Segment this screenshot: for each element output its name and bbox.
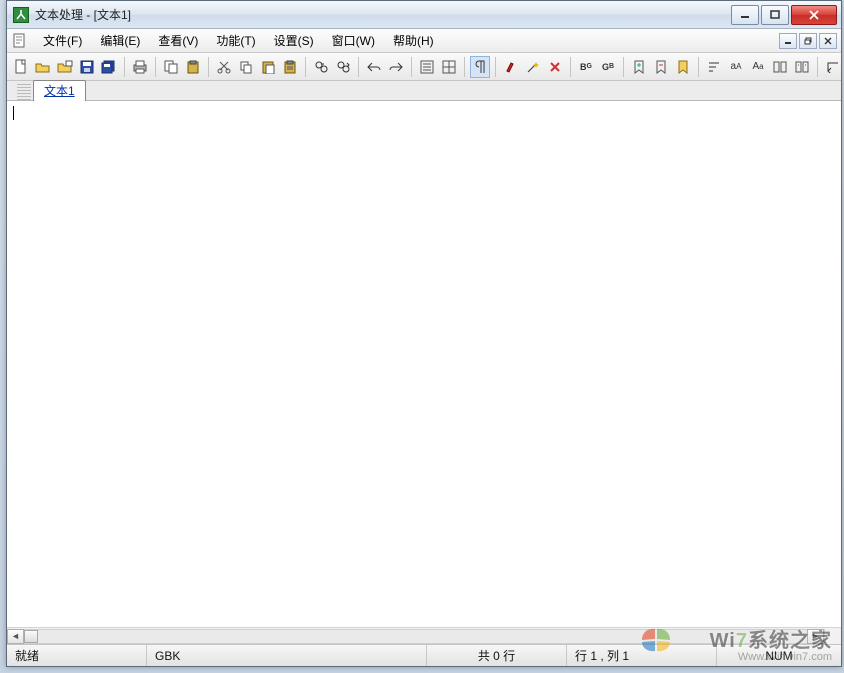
document-icon — [11, 32, 27, 50]
toolbar-separator — [208, 57, 209, 77]
brush-icon[interactable] — [501, 56, 521, 78]
minimize-button[interactable] — [731, 5, 759, 25]
paste-icon[interactable] — [258, 56, 278, 78]
undo-icon[interactable] — [364, 56, 384, 78]
menu-window[interactable]: 窗口(W) — [324, 29, 383, 52]
status-numlock: NUM — [717, 645, 841, 666]
statusbar: 就绪 GBK 共 0 行 行 1 , 列 1 NUM — [7, 644, 841, 666]
open-recent-icon[interactable] — [55, 56, 75, 78]
find-icon[interactable] — [311, 56, 331, 78]
grid-view-icon[interactable] — [439, 56, 459, 78]
toolbar-separator — [411, 57, 412, 77]
find-next-icon[interactable] — [333, 56, 353, 78]
window-controls — [731, 5, 837, 25]
toolbar-separator — [464, 57, 465, 77]
toolbar-separator — [124, 57, 125, 77]
open-file-icon[interactable] — [33, 56, 53, 78]
menu-help[interactable]: 帮助(H) — [385, 29, 442, 52]
menu-view[interactable]: 查看(V) — [150, 29, 206, 52]
document-tab[interactable]: 文本1 — [33, 80, 86, 101]
mdi-controls — [779, 33, 837, 49]
toolbar-separator — [305, 57, 306, 77]
columns-a-icon[interactable] — [770, 56, 790, 78]
cut-icon[interactable] — [214, 56, 234, 78]
toolbar-separator — [495, 57, 496, 77]
maximize-button[interactable] — [761, 5, 789, 25]
wrap-left-icon[interactable] — [823, 56, 841, 78]
app-icon — [13, 7, 29, 23]
horizontal-scrollbar: ◄ ► — [7, 627, 841, 644]
watermark-logo-icon — [638, 625, 674, 655]
scroll-left-button[interactable]: ◄ — [7, 629, 24, 644]
case-upper-icon[interactable]: Aa — [748, 56, 768, 78]
menu-settings[interactable]: 设置(S) — [266, 29, 322, 52]
mdi-restore-button[interactable] — [799, 33, 817, 49]
titlebar: 文本处理 - [文本1] — [7, 1, 841, 29]
mdi-close-button[interactable] — [819, 33, 837, 49]
columns-b-icon[interactable] — [792, 56, 812, 78]
big5-to-gbk-icon[interactable]: BG — [576, 56, 596, 78]
text-editor[interactable] — [7, 101, 841, 627]
toolbar-separator — [570, 57, 571, 77]
close-button[interactable] — [791, 5, 837, 25]
scroll-corner — [824, 629, 841, 644]
status-encoding: GBK — [147, 645, 427, 666]
clipboard-paste-icon[interactable] — [183, 56, 203, 78]
toolbar-grip[interactable] — [17, 84, 31, 100]
toolbar-separator — [155, 57, 156, 77]
toolbar-separator — [623, 57, 624, 77]
app-window: 文本处理 - [文本1] 文件(F) 编辑(E) 查看(V) 功能(T) 设置(… — [6, 0, 842, 667]
wand-icon[interactable] — [523, 56, 543, 78]
new-file-icon[interactable] — [11, 56, 31, 78]
mdi-minimize-button[interactable] — [779, 33, 797, 49]
scroll-thumb[interactable] — [24, 630, 38, 643]
gbk-to-big5-icon[interactable]: GB — [598, 56, 618, 78]
copy-icon[interactable] — [236, 56, 256, 78]
scroll-track[interactable] — [24, 629, 807, 644]
bookmark-add-icon[interactable] — [629, 56, 649, 78]
toolbar-separator — [817, 57, 818, 77]
document-tabbar: 文本1 — [7, 81, 841, 101]
menu-file[interactable]: 文件(F) — [35, 29, 90, 52]
toolbar-separator — [358, 57, 359, 77]
list-view-icon[interactable] — [417, 56, 437, 78]
paste-special-icon[interactable] — [280, 56, 300, 78]
menu-function[interactable]: 功能(T) — [208, 29, 263, 52]
case-toggle-icon[interactable]: aA — [726, 56, 746, 78]
bookmark-remove-icon[interactable] — [651, 56, 671, 78]
text-caret — [13, 106, 14, 120]
bookmark-icon[interactable] — [673, 56, 693, 78]
sort-icon[interactable] — [704, 56, 724, 78]
save-icon[interactable] — [77, 56, 97, 78]
status-lines: 共 0 行 — [427, 645, 567, 666]
scroll-right-button[interactable]: ► — [807, 629, 824, 644]
clear-icon[interactable] — [545, 56, 565, 78]
toolbar: BG GB aA Aa — [7, 53, 841, 81]
menubar: 文件(F) 编辑(E) 查看(V) 功能(T) 设置(S) 窗口(W) 帮助(H… — [7, 29, 841, 53]
save-all-icon[interactable] — [99, 56, 119, 78]
show-paragraph-icon[interactable] — [470, 56, 490, 78]
print-icon[interactable] — [130, 56, 150, 78]
menu-edit[interactable]: 编辑(E) — [92, 29, 148, 52]
window-title: 文本处理 - [文本1] — [35, 6, 725, 23]
redo-icon[interactable] — [386, 56, 406, 78]
toolbar-separator — [698, 57, 699, 77]
clipboard-copy-icon[interactable] — [161, 56, 181, 78]
status-ready: 就绪 — [7, 645, 147, 666]
